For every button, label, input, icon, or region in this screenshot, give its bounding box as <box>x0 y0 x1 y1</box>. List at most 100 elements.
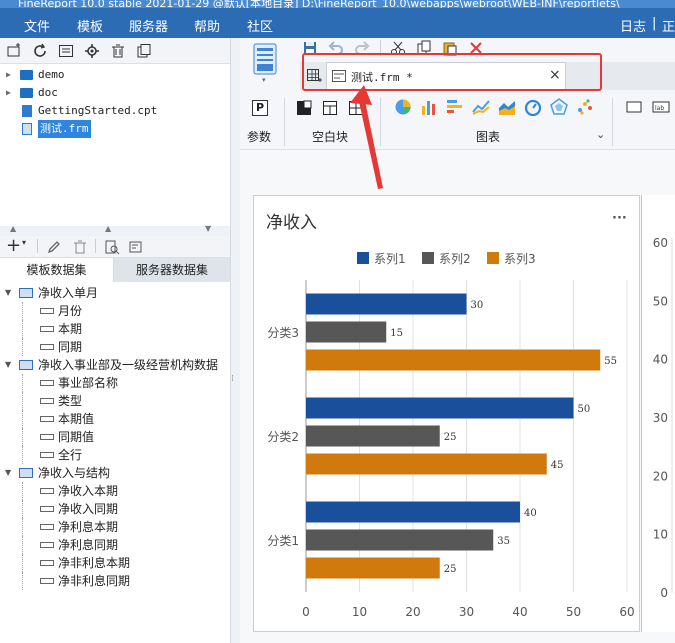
field-icon <box>40 506 54 512</box>
bar <box>306 501 520 523</box>
data-label: 25 <box>444 432 457 443</box>
column-chart-icon[interactable] <box>420 98 438 116</box>
dataset-field[interactable]: 净非利息本期 <box>0 554 230 572</box>
dataset-field[interactable]: 月份 <box>0 302 230 320</box>
tab-server-datasets[interactable]: 服务器数据集 <box>114 258 230 282</box>
tab-layout-icon[interactable] <box>322 100 338 116</box>
file-tree-item-gettingstarted[interactable]: GettingStarted.cpt <box>0 102 230 120</box>
dataset-name: 净收入与结构 <box>38 466 111 480</box>
file-tree: ▶ demo ▶ doc GettingStarted.cpt 测试.frm <box>0 64 230 226</box>
legend-label: 系列2 <box>439 252 471 266</box>
add-dataset-icon[interactable]: + <box>6 236 21 256</box>
scatter-chart-icon[interactable] <box>576 98 594 116</box>
collapse-up-icon[interactable]: ▲ <box>105 224 111 233</box>
menu-server[interactable]: 服务器 <box>129 16 168 35</box>
panel-splitter[interactable]: ▲ ▲ ▼ <box>0 224 230 236</box>
file-tree-item-doc[interactable]: ▶ doc <box>0 84 230 102</box>
ribbon-group-blank: 空白块 <box>312 130 349 144</box>
field-name: 净非利息同期 <box>58 574 131 588</box>
chevron-down-icon[interactable]: ▾ <box>22 238 26 247</box>
preview-data-icon[interactable] <box>104 239 120 255</box>
expand-arrow-icon[interactable]: ▶ <box>6 84 11 102</box>
toolbar-separator <box>95 239 96 253</box>
dataset-field[interactable]: 事业部名称 <box>0 374 230 392</box>
file-tree-label: 测试.frm <box>38 120 91 138</box>
edit-icon[interactable] <box>46 239 62 255</box>
vertical-splitter[interactable]: ⁞ <box>230 38 240 643</box>
collapse-up-icon[interactable]: ▲ <box>10 224 16 233</box>
menu-help[interactable]: 帮助 <box>194 16 220 35</box>
line-chart-icon[interactable] <box>472 98 490 116</box>
dataset-icon <box>19 468 33 478</box>
delete-icon[interactable] <box>110 43 126 59</box>
settings-icon[interactable] <box>84 43 100 59</box>
menu-log[interactable]: 日志 <box>620 16 646 35</box>
dataset-field[interactable]: 净收入同期 <box>0 500 230 518</box>
dataset-field[interactable]: 同期 <box>0 338 230 356</box>
menu-template[interactable]: 模板 <box>77 16 103 35</box>
tab-template-datasets[interactable]: 模板数据集 <box>0 258 114 282</box>
gauge-chart-icon[interactable] <box>524 98 542 116</box>
copy-icon[interactable] <box>136 43 152 59</box>
parameter-icon[interactable]: P <box>252 100 268 116</box>
collapse-down-icon[interactable]: ▼ <box>205 224 211 233</box>
chevron-down-icon[interactable]: ▾ <box>262 76 266 84</box>
dataset-field[interactable]: 同期值 <box>0 428 230 446</box>
annotation-highlight-box <box>302 53 602 91</box>
dataset-field[interactable]: 净利息本期 <box>0 518 230 536</box>
dataset-field[interactable]: 本期值 <box>0 410 230 428</box>
file-tree-item-test-frm[interactable]: 测试.frm <box>0 120 230 138</box>
refresh-icon[interactable] <box>32 43 48 59</box>
dataset-field[interactable]: 类型 <box>0 392 230 410</box>
file-tree-item-demo[interactable]: ▶ demo <box>0 66 230 84</box>
bar-chart: 净收入 ··· 系列1 系列2 系列3 0 10 20 30 40 50 60 分类1 40 35 25 分类2… <box>266 211 635 619</box>
second-chart-widget[interactable]: 0 10 20 30 40 50 60 <box>641 195 675 632</box>
menu-more[interactable]: 正 <box>662 16 675 35</box>
x-tick-label: 40 <box>512 605 527 619</box>
delete-icon[interactable] <box>72 239 88 255</box>
bar-chart-icon[interactable] <box>446 98 464 116</box>
legend-swatch <box>357 252 369 264</box>
dataset-field[interactable]: 本期 <box>0 320 230 338</box>
dataset-field[interactable]: 净利息同期 <box>0 536 230 554</box>
dataset-group[interactable]: ▼ 净收入与结构 <box>0 464 230 482</box>
open-template-icon[interactable] <box>58 43 74 59</box>
chevron-down-icon[interactable]: ⌄ <box>596 128 605 141</box>
radar-chart-icon[interactable] <box>550 98 568 116</box>
dataset-group[interactable]: ▼ 净收入事业部及一级经营机构数据 <box>0 356 230 374</box>
dataset-group[interactable]: ▼ 净收入单月 <box>0 284 230 302</box>
menu-community[interactable]: 社区 <box>247 16 273 35</box>
collapse-arrow-icon[interactable]: ▼ <box>5 356 11 374</box>
dataset-field[interactable]: 净收入本期 <box>0 482 230 500</box>
chart-menu-icon[interactable]: ··· <box>612 211 627 226</box>
data-label: 15 <box>390 328 403 339</box>
area-chart-icon[interactable] <box>498 98 516 116</box>
absolute-layout-icon[interactable] <box>296 100 312 116</box>
drag-handle-icon[interactable]: ⁞ <box>231 374 234 384</box>
textbox-widget-icon[interactable] <box>626 100 642 114</box>
x-tick-label: 30 <box>459 605 474 619</box>
svg-text:lab: lab <box>655 105 664 112</box>
collapse-arrow-icon[interactable]: ▼ <box>5 284 11 302</box>
expand-arrow-icon[interactable]: ▶ <box>6 66 11 84</box>
window-title: FineReport 10.0 stable 2021-01-29 @默认[本地… <box>18 0 620 8</box>
dataset-icon <box>19 288 33 298</box>
dataset-field[interactable]: 全行 <box>0 446 230 464</box>
folder-icon <box>20 70 33 80</box>
menu-file[interactable]: 文件 <box>24 16 50 35</box>
y-tick-label: 20 <box>653 469 668 483</box>
template-list-icon[interactable] <box>252 42 278 76</box>
data-label: 30 <box>471 300 484 311</box>
ribbon-group-parameter: 参数 <box>247 130 272 144</box>
field-icon <box>40 344 54 350</box>
dataset-settings-icon[interactable] <box>128 239 144 255</box>
ribbon-separator <box>284 98 285 146</box>
dataset-field[interactable]: 净非利息同期 <box>0 572 230 590</box>
chart-widget[interactable]: 净收入 ··· 系列1 系列2 系列3 0 10 20 30 40 50 60 分类1 40 35 25 分类2… <box>253 195 640 632</box>
new-folder-icon[interactable] <box>6 43 22 59</box>
annotation-arrow <box>350 85 383 189</box>
dataset-tabs: 模板数据集 服务器数据集 <box>0 258 230 282</box>
collapse-arrow-icon[interactable]: ▼ <box>5 464 11 482</box>
label-widget-icon[interactable]: lab <box>652 100 670 114</box>
pie-chart-icon[interactable] <box>394 98 412 116</box>
